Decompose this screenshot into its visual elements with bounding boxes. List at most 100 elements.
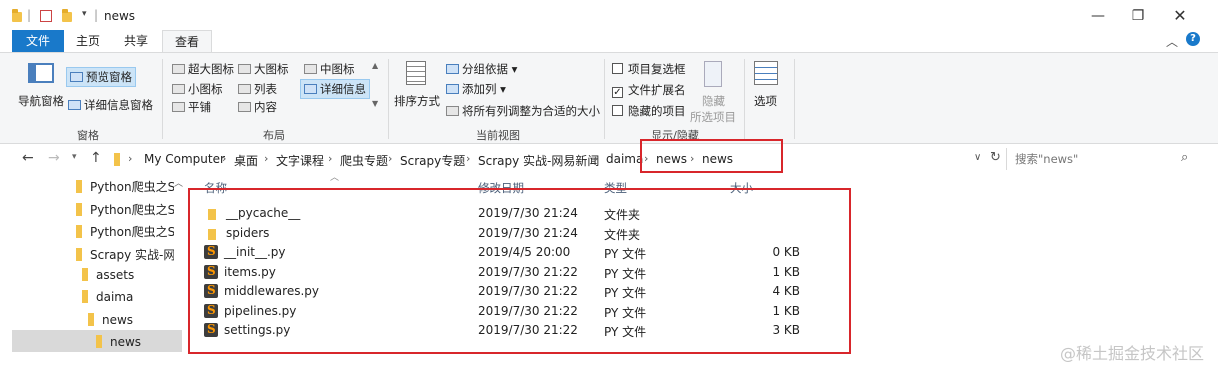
group-label-current-view: 当前视图: [476, 129, 520, 142]
group-by-icon: [446, 64, 459, 74]
list-icon: [238, 84, 251, 94]
details-icon: [304, 84, 317, 94]
close-icon[interactable]: ✕: [1160, 4, 1200, 28]
back-icon[interactable]: ←: [22, 150, 34, 166]
nav-item[interactable]: Python爬虫之Sc: [76, 178, 174, 195]
details-pane-button[interactable]: 详细信息窗格: [68, 97, 153, 113]
folder-icon: [76, 225, 82, 238]
content-icon: [238, 102, 251, 112]
window-title: news: [104, 9, 136, 23]
address-row: ← → ▾ ↑ › My Computer › 桌面 › 文字课程 › 爬虫专题…: [0, 144, 1218, 174]
layout-more-icon[interactable]: ▼: [372, 99, 378, 108]
tiles-icon: [172, 102, 185, 112]
checkbox-checked: ✓: [612, 87, 623, 98]
help-icon[interactable]: ?: [1186, 32, 1200, 46]
add-columns-button[interactable]: 添加列 ▾: [446, 81, 506, 97]
tab-share[interactable]: 共享: [112, 30, 160, 52]
tab-view[interactable]: 查看: [162, 30, 213, 52]
fit-columns-icon: [446, 106, 459, 116]
checkbox-unchecked: [612, 105, 623, 116]
breadcrumb-daima[interactable]: daima: [606, 152, 643, 166]
layout-content[interactable]: 内容: [238, 99, 277, 115]
preview-pane-button[interactable]: 预览窗格: [66, 67, 136, 87]
small-icons-icon: [172, 84, 185, 94]
ribbon: 导航窗格 预览窗格 详细信息窗格 窗格 超大图标 大图标 中图标 小图标 列表 …: [0, 52, 1218, 144]
folder-icon: [96, 335, 102, 348]
new-folder-icon[interactable]: [62, 9, 72, 22]
layout-scroll-up-icon[interactable]: ▲: [372, 61, 378, 70]
options-button[interactable]: 选项: [750, 59, 790, 119]
recent-locations-icon[interactable]: ▾: [72, 152, 77, 162]
file-extensions-toggle[interactable]: ✓ 文件扩展名: [612, 82, 686, 98]
fit-columns-button[interactable]: 将所有列调整为合适的大小: [446, 103, 600, 119]
layout-extra-large-icons[interactable]: 超大图标: [172, 61, 234, 77]
quick-access-divider: |: [27, 8, 32, 22]
collapse-ribbon-icon[interactable]: ︿: [1166, 33, 1178, 50]
forward-icon[interactable]: →: [48, 150, 60, 166]
nav-pane-button[interactable]: 导航窗格: [18, 59, 64, 111]
group-by-button[interactable]: 分组依据 ▾: [446, 61, 517, 77]
nav-item[interactable]: Scrapy 实战-网易: [76, 246, 174, 263]
nav-item-selected[interactable]: news: [96, 335, 174, 349]
folder-icon: [88, 313, 94, 326]
nav-pane-icon: [28, 63, 54, 83]
nav-item[interactable]: Python爬虫之Sc: [76, 223, 174, 240]
tab-home[interactable]: 主页: [64, 30, 112, 52]
breadcrumb-scrapy-netease[interactable]: Scrapy 实战-网易新闻: [478, 152, 599, 169]
layout-tiles[interactable]: 平铺: [172, 99, 211, 115]
folder-icon: [114, 153, 120, 166]
hide-selected-icon: [704, 61, 722, 87]
breadcrumb-text-courses[interactable]: 文字课程: [276, 152, 324, 169]
layout-large-icons[interactable]: 大图标: [238, 61, 289, 77]
details-pane-icon: [68, 100, 81, 110]
layout-list[interactable]: 列表: [238, 81, 277, 97]
nav-item[interactable]: news: [88, 313, 174, 327]
item-checkboxes-toggle[interactable]: 项目复选框: [612, 61, 686, 77]
extra-large-icons-icon: [172, 64, 185, 74]
nav-item[interactable]: Python爬虫之Sc: [76, 201, 174, 218]
breadcrumb-crawler-topic[interactable]: 爬虫专题: [340, 152, 388, 169]
add-columns-icon: [446, 84, 459, 94]
layout-details[interactable]: 详细信息: [300, 79, 370, 99]
hidden-items-toggle[interactable]: 隐藏的项目: [612, 103, 686, 119]
folder-icon: [76, 203, 82, 216]
breadcrumb-my-computer[interactable]: My Computer: [144, 152, 225, 166]
checkbox-unchecked: [612, 63, 623, 74]
options-icon: [754, 61, 778, 85]
folder-icon: [82, 268, 88, 281]
layout-medium-icons[interactable]: 中图标: [304, 61, 355, 77]
sort-indicator-icon: ︿: [330, 173, 340, 183]
title-bar: | ▾ | news — ❐ ✕: [0, 0, 1218, 30]
folder-icon: [82, 290, 88, 303]
nav-item[interactable]: assets: [82, 268, 174, 282]
breadcrumb-desktop[interactable]: 桌面: [234, 152, 258, 169]
sort-by-button[interactable]: 排序方式: [394, 59, 442, 113]
folder-icon: [12, 9, 22, 22]
address-dropdown-icon[interactable]: ∨: [974, 152, 981, 163]
sort-icon: [406, 61, 426, 85]
minimize-icon[interactable]: —: [1078, 4, 1118, 28]
breadcrumb-scrapy-topic[interactable]: Scrapy专题: [400, 152, 465, 169]
up-icon[interactable]: ↑: [90, 150, 102, 166]
nav-scroll-up-icon[interactable]: ︿: [174, 176, 183, 189]
navigation-pane: Python爬虫之Sc Python爬虫之Sc Python爬虫之Sc Scra…: [0, 174, 186, 354]
file-list-highlight-box: [188, 188, 851, 354]
search-input[interactable]: [1015, 150, 1175, 168]
restore-icon[interactable]: ❐: [1118, 4, 1158, 28]
folder-icon: [76, 248, 82, 261]
preview-pane-icon: [70, 72, 83, 82]
hide-selected-button[interactable]: 隐藏 所选项目: [690, 59, 740, 124]
group-label-panes: 窗格: [77, 129, 99, 142]
address-highlight-box: [640, 139, 783, 173]
large-icons-icon: [238, 64, 251, 74]
properties-icon[interactable]: [40, 10, 52, 22]
layout-small-icons[interactable]: 小图标: [172, 81, 223, 97]
customize-quick-access-icon[interactable]: ▾: [82, 9, 87, 19]
nav-item[interactable]: daima: [82, 290, 174, 304]
search-box[interactable]: ⌕: [1006, 148, 1200, 170]
refresh-icon[interactable]: ↻: [990, 150, 1001, 165]
search-icon[interactable]: ⌕: [1181, 150, 1188, 165]
ribbon-tabs: 文件 主页 共享 查看 ︿ ?: [0, 30, 1218, 52]
watermark: @稀土掘金技术社区: [1059, 344, 1204, 363]
tab-file[interactable]: 文件: [12, 30, 65, 52]
